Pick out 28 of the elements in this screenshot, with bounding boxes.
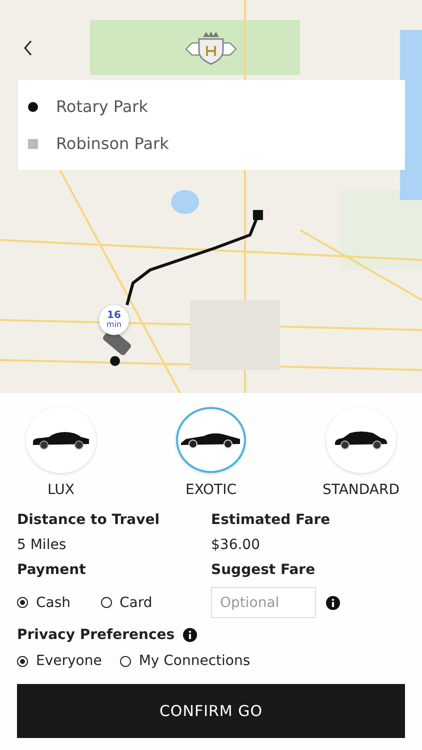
destination-address[interactable]: Robinson Park bbox=[56, 134, 169, 153]
payment-label: Payment bbox=[17, 562, 87, 578]
radio-icon[interactable] bbox=[17, 656, 28, 666]
radio-option[interactable]: Card bbox=[100, 594, 152, 610]
back-icon[interactable] bbox=[23, 40, 33, 56]
car-icon bbox=[31, 430, 91, 450]
radio-icon[interactable] bbox=[17, 597, 28, 608]
suggest-fare-label: Suggest Fare bbox=[211, 562, 316, 578]
origin-dot-icon bbox=[28, 102, 38, 112]
radio-option[interactable]: My Connections bbox=[120, 653, 250, 669]
radio-option[interactable]: Cash bbox=[17, 594, 71, 610]
confirm-button[interactable]: CONFIRM GO bbox=[17, 684, 405, 738]
radio-icon[interactable] bbox=[120, 656, 131, 666]
distance-value: 5 Miles bbox=[17, 537, 68, 553]
car-icon bbox=[333, 430, 389, 450]
origin-address[interactable]: Rotary Park bbox=[56, 97, 148, 116]
fare-value: $36.00 bbox=[211, 537, 261, 553]
suggest-fare-field[interactable]: Optional bbox=[211, 587, 316, 618]
radio-option[interactable]: Everyone bbox=[17, 653, 102, 669]
destination-square-icon bbox=[28, 138, 38, 148]
car-icon bbox=[180, 431, 242, 449]
privacy-label: Privacy Preferences bbox=[17, 627, 175, 643]
distance-label: Distance to Travel bbox=[17, 512, 160, 528]
radio-icon[interactable] bbox=[100, 597, 112, 608]
crest-logo bbox=[184, 31, 238, 65]
info-icon[interactable] bbox=[182, 628, 197, 642]
fare-label: Estimated Fare bbox=[211, 512, 332, 528]
info-icon[interactable] bbox=[326, 596, 340, 610]
